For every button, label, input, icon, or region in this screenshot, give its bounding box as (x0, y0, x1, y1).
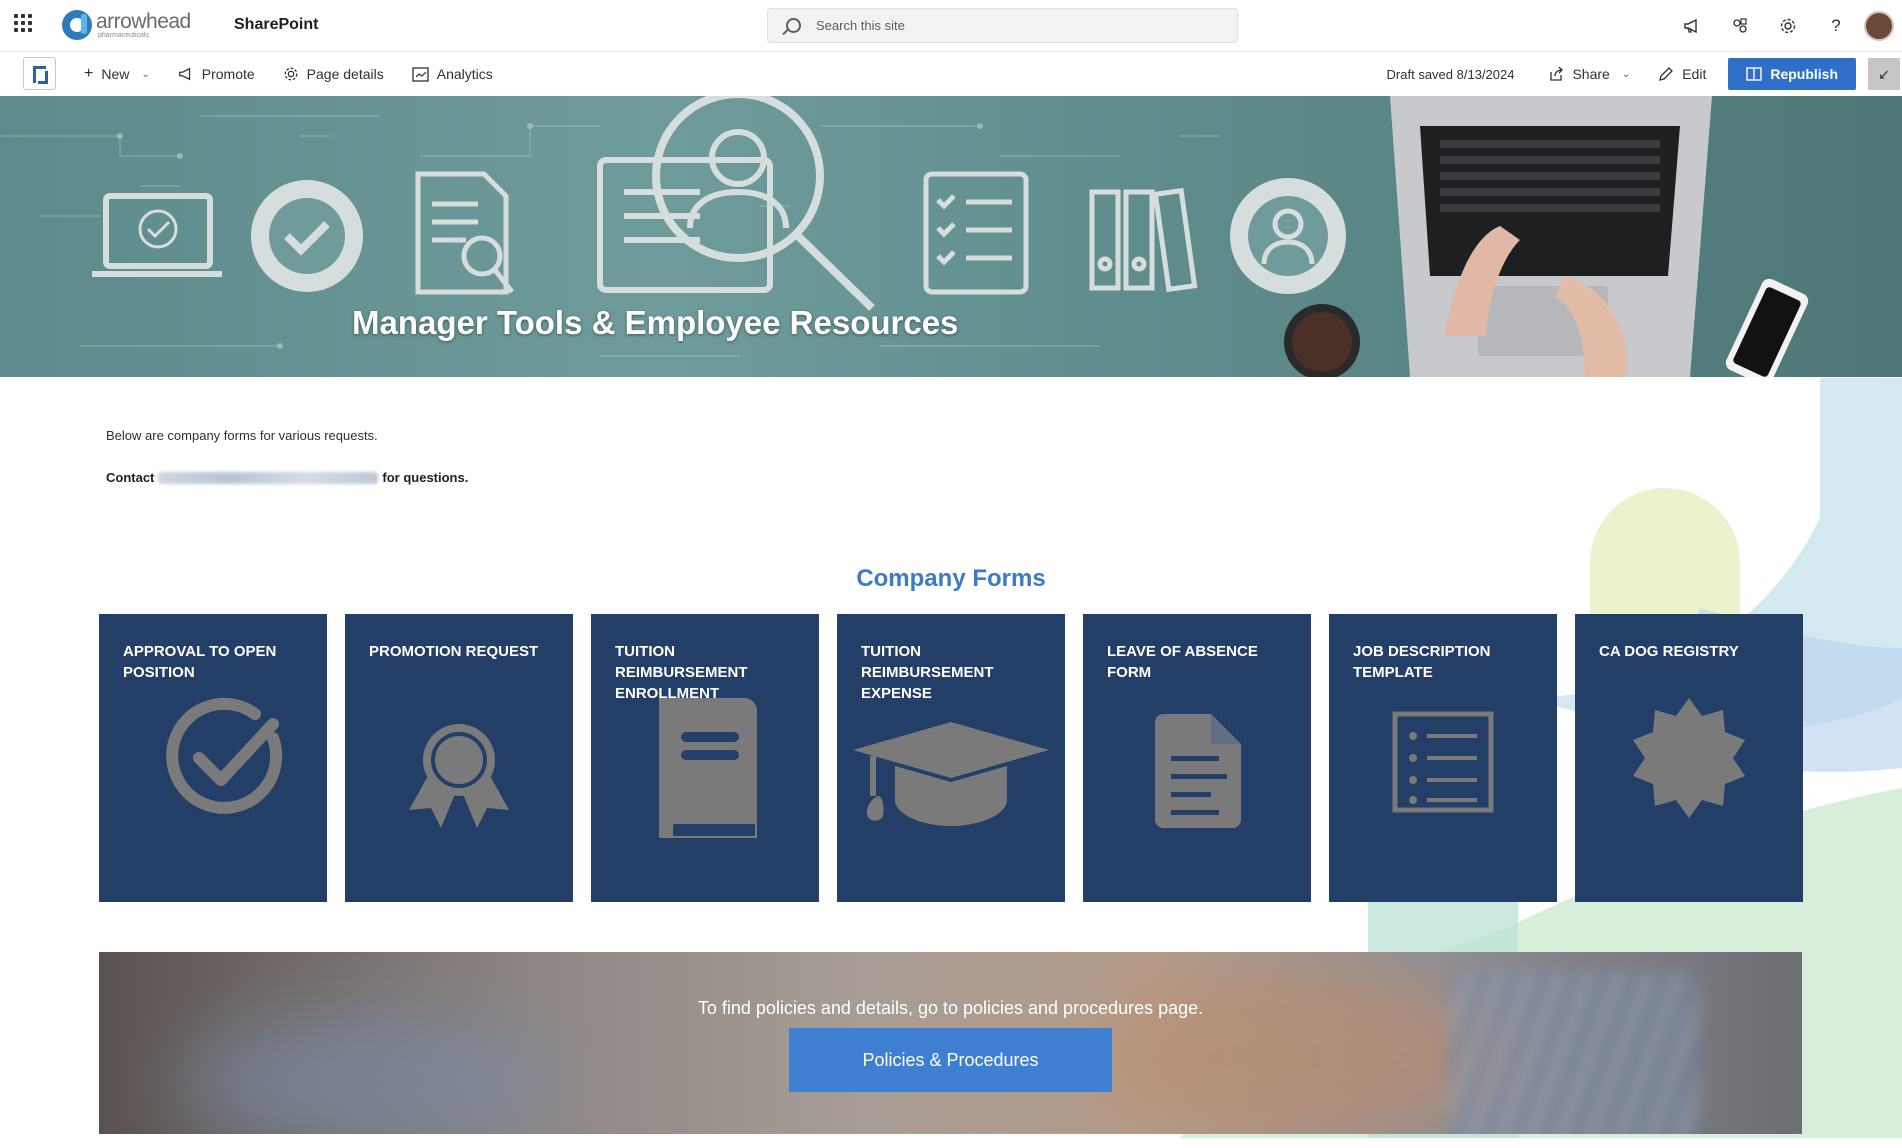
tile-leave-of-absence-form[interactable]: LEAVE OF ABSENCE FORM (1083, 614, 1311, 902)
edit-label: Edit (1682, 66, 1707, 82)
site-app-icon[interactable] (23, 57, 56, 90)
policies-procedures-button[interactable]: Policies & Procedures (789, 1028, 1112, 1092)
new-button[interactable]: + New ⌄ (70, 52, 164, 96)
tile-promotion-request[interactable]: PROMOTION REQUEST (345, 614, 573, 902)
app-name[interactable]: SharePoint (234, 16, 318, 34)
tile-ca-dog-registry[interactable]: CA DOG REGISTRY (1575, 614, 1803, 902)
promote-button[interactable]: Promote (164, 52, 269, 96)
share-label: Share (1572, 66, 1610, 82)
contact-prefix: Contact (106, 470, 155, 485)
draft-status: Draft saved 8/13/2024 (1386, 66, 1515, 82)
tile-label: CA DOG REGISTRY (1599, 643, 1739, 660)
contact-suffix: for questions. (382, 470, 469, 485)
help-icon[interactable]: ? (1812, 0, 1860, 51)
avatar[interactable] (1864, 10, 1894, 41)
brand-sub: pharmaceuticals (98, 32, 149, 39)
tile-label: TUITION REIMBURSEMENT EXPENSE (861, 643, 994, 702)
tile-job-description-template[interactable]: JOB DESCRIPTION TEMPLATE (1329, 614, 1557, 902)
megaphone-icon (178, 67, 190, 81)
pencil-icon (1659, 67, 1674, 81)
tile-label: TUITION REIMBURSEMENT ENROLLMENT (615, 643, 748, 702)
tile-label: APPROVAL TO OPEN POSITION (123, 643, 277, 681)
gear-icon (284, 67, 298, 81)
search-icon (786, 18, 801, 33)
collapse-icon[interactable]: ↙ (1868, 58, 1900, 90)
sharepoint-hub-icon[interactable] (1716, 0, 1764, 51)
redacted-email[interactable] (158, 471, 379, 484)
tile-tuition-reimbursement-expense[interactable]: TUITION REIMBURSEMENT EXPENSE (837, 614, 1065, 902)
republish-button[interactable]: Republish (1728, 58, 1856, 90)
share-icon (1550, 66, 1564, 81)
edit-button[interactable]: Edit (1644, 52, 1720, 96)
tile-label: LEAVE OF ABSENCE FORM (1107, 643, 1258, 681)
suite-bar: arrowhead pharmaceuticals SharePoint Sea… (0, 0, 1902, 52)
app-launcher-icon[interactable] (14, 14, 32, 32)
tile-label: PROMOTION REQUEST (369, 643, 539, 660)
hero-banner: Manager Tools & Employee Resources (0, 96, 1902, 377)
analytics-icon (412, 66, 429, 82)
command-bar: + New ⌄ Promote Page details Analytics D… (0, 52, 1902, 96)
new-label: New (101, 66, 130, 82)
chevron-down-icon: ⌄ (141, 68, 150, 80)
plus-icon: + (84, 65, 94, 82)
page-details-label: Page details (306, 66, 384, 82)
banner-text: To find policies and details, go to poli… (697, 998, 1204, 1018)
contact-line: Contact for questions. (106, 470, 468, 485)
share-button[interactable]: Share ⌄ (1534, 52, 1644, 96)
search-placeholder: Search this site (816, 18, 905, 33)
brand-logo[interactable]: arrowhead pharmaceuticals (62, 10, 191, 40)
brand-word: arrowhead (96, 10, 191, 33)
book-open-icon (1746, 67, 1763, 81)
analytics-button[interactable]: Analytics (398, 52, 507, 96)
tile-approval-to-open-position[interactable]: APPROVAL TO OPEN POSITION (99, 614, 327, 902)
intro-text: Below are company forms for various requ… (106, 428, 378, 443)
search-input[interactable]: Search this site (767, 8, 1238, 43)
tile-tuition-reimbursement-enrollment[interactable]: TUITION REIMBURSEMENT ENROLLMENT (591, 614, 819, 902)
chevron-down-icon: ⌄ (1621, 68, 1631, 80)
policies-banner: To find policies and details, go to poli… (99, 952, 1802, 1134)
brand-logo-mark (62, 10, 92, 40)
page-details-button[interactable]: Page details (269, 52, 398, 96)
analytics-label: Analytics (436, 66, 493, 82)
tile-label: JOB DESCRIPTION TEMPLATE (1353, 643, 1491, 681)
gear-icon[interactable] (1764, 0, 1812, 51)
page-title: Manager Tools & Employee Resources (352, 304, 959, 341)
section-title: Company Forms (856, 565, 1046, 592)
promote-label: Promote (201, 66, 255, 82)
republish-label: Republish (1770, 66, 1838, 82)
megaphone-icon[interactable] (1668, 0, 1716, 51)
